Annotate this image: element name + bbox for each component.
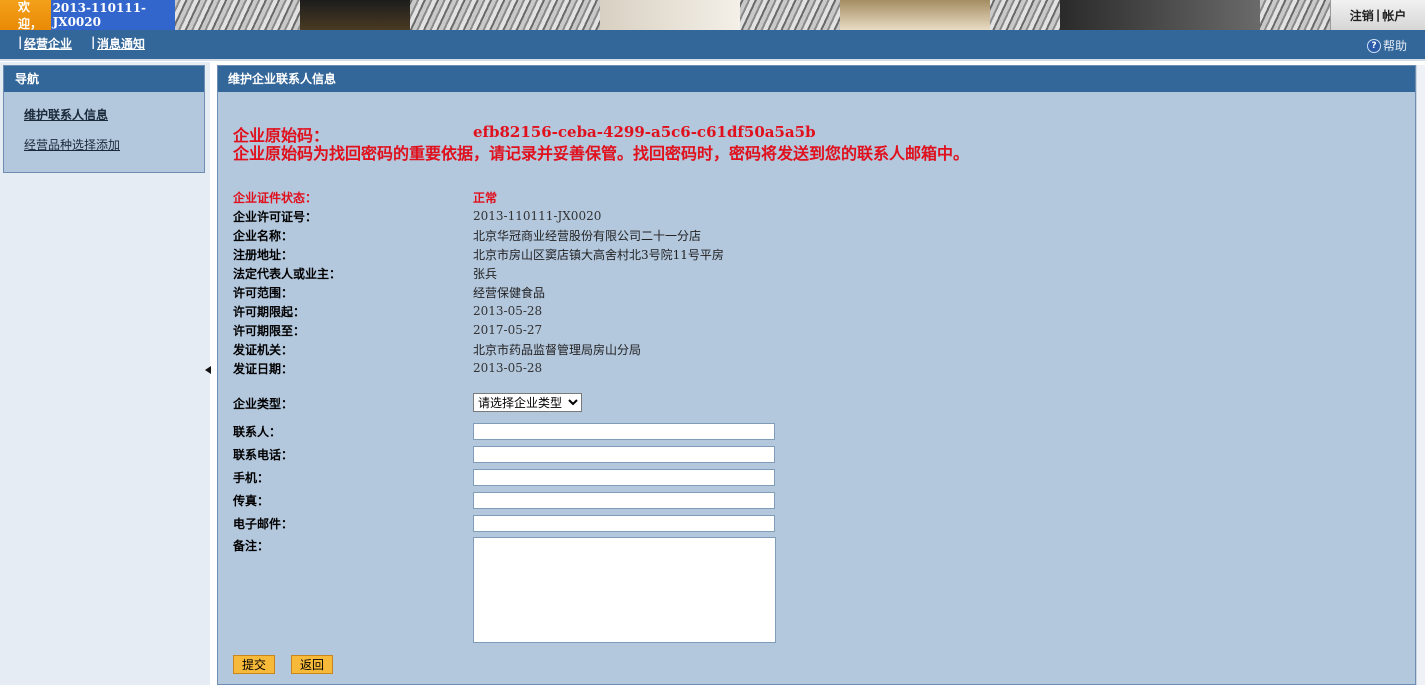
license-start-value: 2013-05-28 <box>473 304 543 318</box>
company-type-select[interactable]: 请选择企业类型 <box>473 393 582 412</box>
logout-link[interactable]: 注销 <box>1350 7 1374 24</box>
mobile-label: 手机： <box>233 471 270 485</box>
legal-rep-label: 法定代表人或业主： <box>233 267 342 281</box>
email-label: 电子邮件： <box>233 517 294 531</box>
account-link[interactable]: 帐户 <box>1382 7 1406 24</box>
user-id: 2013-110111-JX0020 <box>50 0 175 30</box>
banner-decoration <box>300 0 410 30</box>
fax-label: 传真： <box>233 494 270 508</box>
origin-code-value: efb82156-ceba-4299-a5c6-c61df50a5a5b <box>473 123 816 141</box>
remark-textarea[interactable] <box>473 537 776 643</box>
menu-bar: | 经营企业 | 消息通知 ? 帮助 <box>0 30 1425 61</box>
fax-input[interactable] <box>473 492 775 509</box>
menu-separator: | <box>18 35 23 49</box>
welcome-box: 欢迎， 2013-110111-JX0020 <box>0 0 175 31</box>
menu-item-business[interactable]: 经营企业 <box>24 35 72 52</box>
company-name-value: 北京华冠商业经营股份有限公司二十一分店 <box>473 229 702 243</box>
legal-rep-value: 张兵 <box>473 267 498 281</box>
nav-title: 导航 <box>4 66 204 92</box>
origin-code-notice: 企业原始码为找回密码的重要依据，请记录并妥善保管。找回密码时，密码将发送到您的联… <box>233 144 970 163</box>
banner-decoration <box>600 0 740 30</box>
help-link[interactable]: ? 帮助 <box>1366 37 1407 54</box>
account-links: 注销 | 帐户 <box>1330 0 1425 30</box>
menu-item-messages[interactable]: 消息通知 <box>97 35 145 52</box>
collapse-sidebar-icon[interactable] <box>205 366 211 374</box>
license-end-label: 许可期限至： <box>233 324 306 338</box>
email-input[interactable] <box>473 515 775 532</box>
nav-item-maintain-contact[interactable]: 维护联系人信息 <box>24 106 108 123</box>
phone-label: 联系电话： <box>233 448 294 462</box>
origin-code-label: 企业原始码： <box>233 126 330 145</box>
issuer-label: 发证机关： <box>233 343 294 357</box>
nav-panel: 导航 维护联系人信息 经营品种选择添加 <box>3 65 205 173</box>
cert-status-label: 企业证件状态： <box>233 191 318 205</box>
mobile-input[interactable] <box>473 469 775 486</box>
banner-decoration <box>840 0 990 30</box>
submit-button[interactable]: 提交 <box>233 655 275 674</box>
company-type-label: 企业类型： <box>233 397 294 411</box>
license-no-label: 企业许可证号： <box>233 210 318 224</box>
license-scope-label: 许可范围： <box>233 286 294 300</box>
help-icon: ? <box>1366 38 1381 53</box>
link-separator: | <box>1375 8 1381 22</box>
issuer-value: 北京市药品监督管理局房山分局 <box>473 343 642 357</box>
main-panel: 维护企业联系人信息 企业原始码： efb82156-ceba-4299-a5c6… <box>217 65 1416 685</box>
page-scrollbar[interactable] <box>1416 65 1425 685</box>
issue-date-value: 2013-05-28 <box>473 361 543 375</box>
help-label: 帮助 <box>1382 39 1407 53</box>
page-title: 维护企业联系人信息 <box>218 66 1415 92</box>
license-end-value: 2017-05-27 <box>473 323 543 337</box>
license-no-value: 2013-110111-JX0020 <box>473 209 602 223</box>
reg-address-value: 北京市房山区窦店镇大高舍村北3号院11号平房 <box>473 248 724 262</box>
top-banner <box>0 0 1425 30</box>
back-button[interactable]: 返回 <box>291 655 333 674</box>
company-name-label: 企业名称： <box>233 229 294 243</box>
remark-label: 备注： <box>233 539 270 553</box>
license-start-label: 许可期限起： <box>233 305 306 319</box>
left-sidebar: 导航 维护联系人信息 经营品种选择添加 <box>0 62 210 685</box>
banner-decoration <box>1060 0 1260 30</box>
phone-input[interactable] <box>473 446 775 463</box>
welcome-text: 欢迎， <box>18 0 43 31</box>
menu-separator: | <box>91 35 96 49</box>
nav-item-product-selection[interactable]: 经营品种选择添加 <box>24 136 120 153</box>
issue-date-label: 发证日期： <box>233 362 294 376</box>
cert-status-value: 正常 <box>473 191 498 205</box>
reg-address-label: 注册地址： <box>233 248 294 262</box>
contact-label: 联系人： <box>233 425 282 439</box>
license-scope-value: 经营保健食品 <box>473 286 546 300</box>
contact-input[interactable] <box>473 423 775 440</box>
